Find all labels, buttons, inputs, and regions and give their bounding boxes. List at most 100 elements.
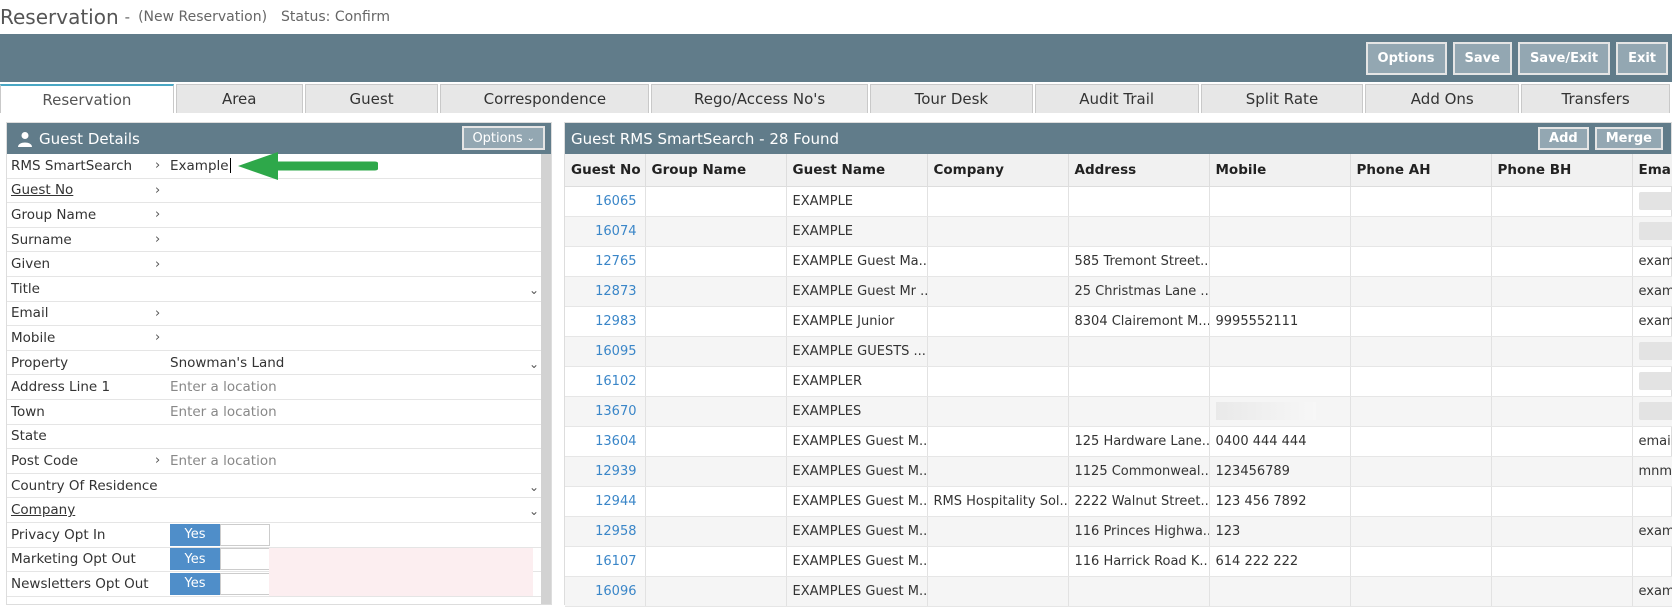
tab-correspondence[interactable]: Correspondence <box>440 84 649 113</box>
table-cell <box>927 336 1068 366</box>
tab-split-rate[interactable]: Split Rate <box>1201 84 1364 113</box>
chevron-right-icon[interactable]: › <box>155 453 167 468</box>
newsletters-toggle-yes[interactable]: Yes <box>170 573 220 595</box>
chevron-right-icon[interactable]: › <box>155 232 167 247</box>
save-exit-button[interactable]: Save/Exit <box>1518 42 1610 75</box>
company-select[interactable] <box>167 498 551 522</box>
guest-no-link[interactable]: 16096 <box>565 576 645 606</box>
property-select[interactable]: Snowman's Land <box>167 351 551 375</box>
column-header[interactable]: Guest No <box>565 154 645 186</box>
column-header[interactable]: Phone AH <box>1350 154 1491 186</box>
column-header[interactable]: Group Name <box>645 154 786 186</box>
marketing-toggle-no[interactable] <box>220 548 270 570</box>
table-row[interactable]: 16102EXAMPLER <box>565 366 1672 396</box>
table-row[interactable]: 12873EXAMPLE Guest Mr ...25 Christmas La… <box>565 276 1672 306</box>
column-header[interactable]: Phone BH <box>1491 154 1632 186</box>
field-country: Country Of Residence ⌄ <box>7 474 551 499</box>
exit-button[interactable]: Exit <box>1616 42 1668 75</box>
post-code-input[interactable]: Enter a location <box>167 449 551 473</box>
email-input[interactable] <box>167 302 551 326</box>
state-input[interactable] <box>167 425 551 449</box>
guest-no-link[interactable]: 12983 <box>565 306 645 336</box>
tab-add-ons[interactable]: Add Ons <box>1365 84 1519 113</box>
guest-no-link[interactable]: 12873 <box>565 276 645 306</box>
newsletters-toggle-no[interactable] <box>220 573 270 595</box>
privacy-toggle-yes[interactable]: Yes <box>170 524 220 546</box>
panel-scrollbar[interactable] <box>541 154 551 604</box>
table-row[interactable]: 13670 EXAMPLES <box>565 396 1672 426</box>
address-input[interactable]: Enter a location <box>167 375 551 399</box>
table-cell <box>1350 576 1491 606</box>
title-select[interactable] <box>167 277 551 301</box>
column-header[interactable]: Mobile <box>1209 154 1350 186</box>
guest-no-link[interactable]: 12944 <box>565 486 645 516</box>
guest-no-link[interactable]: 12765 <box>565 246 645 276</box>
chevron-right-icon[interactable]: › <box>155 330 167 345</box>
chevron-right-icon[interactable]: › <box>155 306 167 321</box>
tab-guest[interactable]: Guest <box>305 84 439 113</box>
chevron-right-icon[interactable]: › <box>155 183 167 198</box>
table-row[interactable]: 16095EXAMPLE GUESTS ... <box>565 336 1672 366</box>
guest-no-link[interactable]: 12939 <box>565 456 645 486</box>
given-input[interactable] <box>167 252 551 276</box>
chevron-down-icon[interactable]: ⌄ <box>529 357 539 371</box>
tab-rego-access[interactable]: Rego/Access No's <box>651 84 868 113</box>
table-cell <box>1350 216 1491 246</box>
surname-input[interactable] <box>167 228 551 252</box>
tab-audit-trail[interactable]: Audit Trail <box>1035 84 1199 113</box>
guest-no-link[interactable]: 13670 <box>565 396 645 426</box>
table-row[interactable]: 16107EXAMPLES Guest M...116 Harrick Road… <box>565 546 1672 576</box>
guest-no-input[interactable] <box>167 179 551 203</box>
column-header[interactable]: Emai <box>1632 154 1672 186</box>
marketing-toggle-yes[interactable]: Yes <box>170 548 220 570</box>
table-row[interactable]: 12944EXAMPLES Guest M...RMS Hospitality … <box>565 486 1672 516</box>
table-cell <box>1350 336 1491 366</box>
column-header[interactable]: Guest Name <box>786 154 927 186</box>
table-row[interactable]: 16096EXAMPLES Guest M...exam <box>565 576 1672 606</box>
table-row[interactable]: 12939EXAMPLES Guest M...1125 Commonweal.… <box>565 456 1672 486</box>
table-row[interactable]: 12983EXAMPLE Junior8304 Clairemont M...9… <box>565 306 1672 336</box>
table-row[interactable]: 12765EXAMPLE Guest Ma...585 Tremont Stre… <box>565 246 1672 276</box>
group-name-input[interactable] <box>167 203 551 227</box>
chevron-right-icon[interactable]: › <box>155 207 167 222</box>
privacy-toggle-no[interactable] <box>220 524 270 546</box>
table-row[interactable]: 16074EXAMPLE <box>565 216 1672 246</box>
field-label-link[interactable]: Guest No <box>7 182 155 198</box>
table-cell: EXAMPLES Guest M... <box>786 456 927 486</box>
tab-tour-desk[interactable]: Tour Desk <box>870 84 1033 113</box>
table-cell: 116 Harrick Road K... <box>1068 546 1209 576</box>
options-button[interactable]: Options <box>1366 42 1447 75</box>
guest-no-link[interactable]: 16065 <box>565 186 645 216</box>
table-cell: EXAMPLES <box>786 396 927 426</box>
guest-no-link[interactable]: 13604 <box>565 426 645 456</box>
chevron-down-icon[interactable]: ⌄ <box>529 480 539 494</box>
column-header[interactable]: Address <box>1068 154 1209 186</box>
table-row[interactable]: 16065EXAMPLE <box>565 186 1672 216</box>
table-cell: exam <box>1632 306 1672 336</box>
table-cell <box>1491 576 1632 606</box>
field-label-link[interactable]: Company <box>7 502 155 518</box>
guest-no-link[interactable]: 16095 <box>565 336 645 366</box>
guest-options-button[interactable]: Options ⌄ <box>462 126 545 150</box>
table-cell <box>927 306 1068 336</box>
table-row[interactable]: 13604EXAMPLES Guest M...125 Hardware Lan… <box>565 426 1672 456</box>
chevron-right-icon[interactable]: › <box>155 257 167 272</box>
guest-no-link[interactable]: 16074 <box>565 216 645 246</box>
tab-transfers[interactable]: Transfers <box>1521 84 1670 113</box>
save-button[interactable]: Save <box>1453 42 1512 75</box>
guest-no-link[interactable]: 16107 <box>565 546 645 576</box>
chevron-right-icon[interactable]: › <box>155 158 167 173</box>
chevron-down-icon[interactable]: ⌄ <box>529 504 539 518</box>
column-header[interactable]: Company <box>927 154 1068 186</box>
guest-no-link[interactable]: 12958 <box>565 516 645 546</box>
guest-no-link[interactable]: 16102 <box>565 366 645 396</box>
chevron-down-icon[interactable]: ⌄ <box>529 283 539 297</box>
add-button[interactable]: Add <box>1538 127 1589 150</box>
tab-reservation[interactable]: Reservation <box>0 84 174 113</box>
town-input[interactable]: Enter a location <box>167 400 551 424</box>
merge-button[interactable]: Merge <box>1595 127 1663 150</box>
table-row[interactable]: 12958EXAMPLES Guest M...116 Princes High… <box>565 516 1672 546</box>
country-select[interactable] <box>167 474 551 498</box>
mobile-input[interactable] <box>167 326 551 350</box>
tab-area[interactable]: Area <box>176 84 303 113</box>
